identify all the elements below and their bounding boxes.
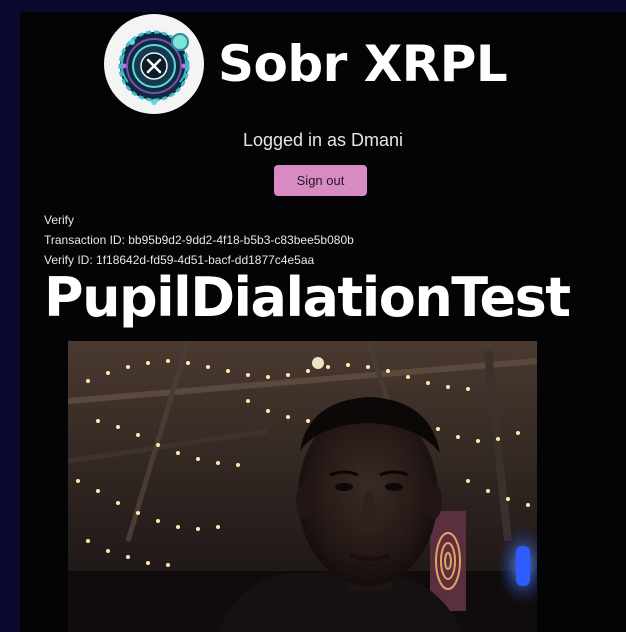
transaction-id: Transaction ID: bb95b9d2-9dd2-4f18-b5b3-… [44,233,354,247]
x-coin-emblem-icon [104,14,204,114]
app-header: Sobr XRPL [104,14,508,114]
brand-name: Sobr XRPL [218,35,508,93]
app-panel: Sobr XRPL Logged in as Dmani Sign out Ve… [20,12,626,632]
sign-out-button[interactable]: Sign out [274,165,367,196]
camera-frame-image [68,341,537,632]
camera-video-feed [68,341,537,632]
test-title: PupilDialationTest [44,266,571,329]
verify-heading: Verify [44,213,75,227]
verify-info: Verify Transaction ID: bb95b9d2-9dd2-4f1… [44,210,354,270]
logged-in-status: Logged in as Dmani [242,130,404,150]
